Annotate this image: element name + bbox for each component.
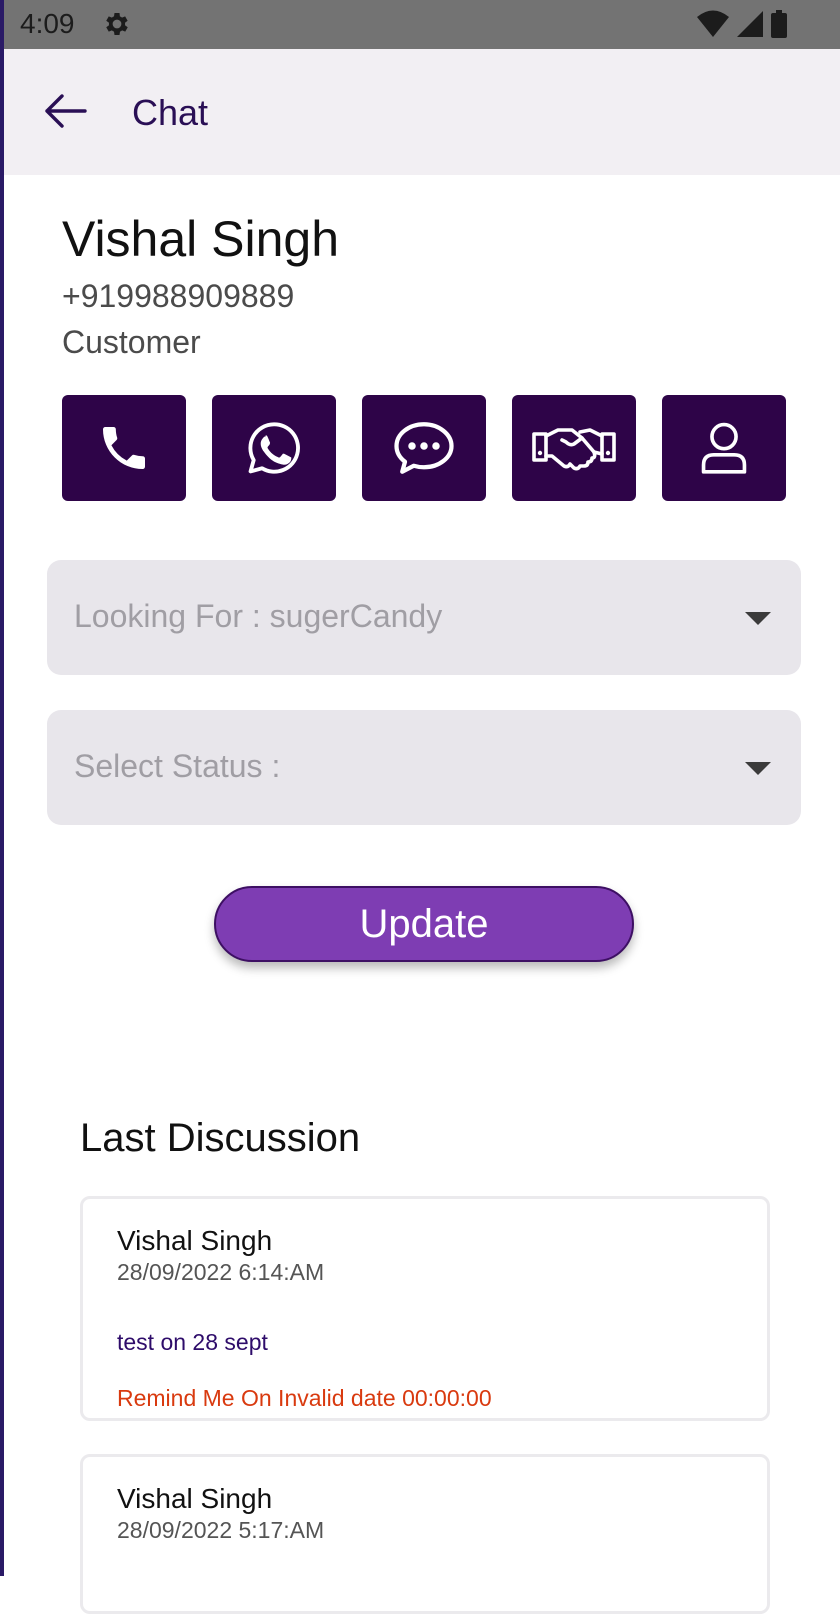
status-select[interactable]: Select Status : <box>47 710 801 825</box>
handshake-icon <box>532 428 616 471</box>
update-button[interactable]: Update <box>214 886 634 962</box>
status-icons <box>696 10 788 38</box>
whatsapp-button[interactable] <box>212 395 336 501</box>
status-bar: 4:09 <box>0 0 840 49</box>
page-title: Chat <box>132 92 209 133</box>
call-button[interactable] <box>62 395 186 501</box>
app-bar: Chat <box>4 49 840 175</box>
discussion-card[interactable]: Vishal Singh 28/09/2022 5:17:AM <box>80 1454 770 1614</box>
caret-down-icon <box>745 612 771 625</box>
chat-bubble-icon <box>394 422 454 474</box>
status-time: 4:09 <box>20 8 75 39</box>
message-button[interactable] <box>362 395 486 501</box>
section-title: Last Discussion <box>80 1116 361 1160</box>
window-edge <box>0 0 4 1576</box>
gear-icon <box>106 13 128 35</box>
back-button[interactable] <box>40 89 90 133</box>
contact-actions <box>62 395 786 501</box>
contact-phone: +919988909889 <box>62 278 295 314</box>
user-icon <box>701 422 747 474</box>
discussion-author: Vishal Singh <box>117 1483 273 1514</box>
status-select-placeholder: Select Status : <box>74 748 281 784</box>
arrow-left-icon <box>45 94 87 128</box>
discussion-reminder: Remind Me On Invalid date 00:00:00 <box>117 1385 492 1411</box>
caret-down-icon <box>745 762 771 775</box>
discussion-message: test on 28 sept <box>117 1329 268 1355</box>
discussion-card[interactable]: Vishal Singh 28/09/2022 6:14:AM test on … <box>80 1196 770 1421</box>
battery-icon <box>771 10 787 38</box>
signal-icon <box>737 11 763 37</box>
looking-for-value: Looking For : sugerCandy <box>74 598 443 634</box>
deal-button[interactable] <box>512 395 636 501</box>
phone-icon <box>103 427 145 469</box>
profile-button[interactable] <box>662 395 786 501</box>
contact-role: Customer <box>62 324 201 360</box>
discussion-author: Vishal Singh <box>117 1225 273 1256</box>
contact-name: Vishal Singh <box>62 211 340 267</box>
discussion-date: 28/09/2022 6:14:AM <box>117 1259 325 1285</box>
looking-for-select[interactable]: Looking For : sugerCandy <box>47 560 801 675</box>
whatsapp-icon <box>248 422 300 474</box>
discussion-date: 28/09/2022 5:17:AM <box>117 1517 325 1543</box>
wifi-icon <box>697 10 729 37</box>
